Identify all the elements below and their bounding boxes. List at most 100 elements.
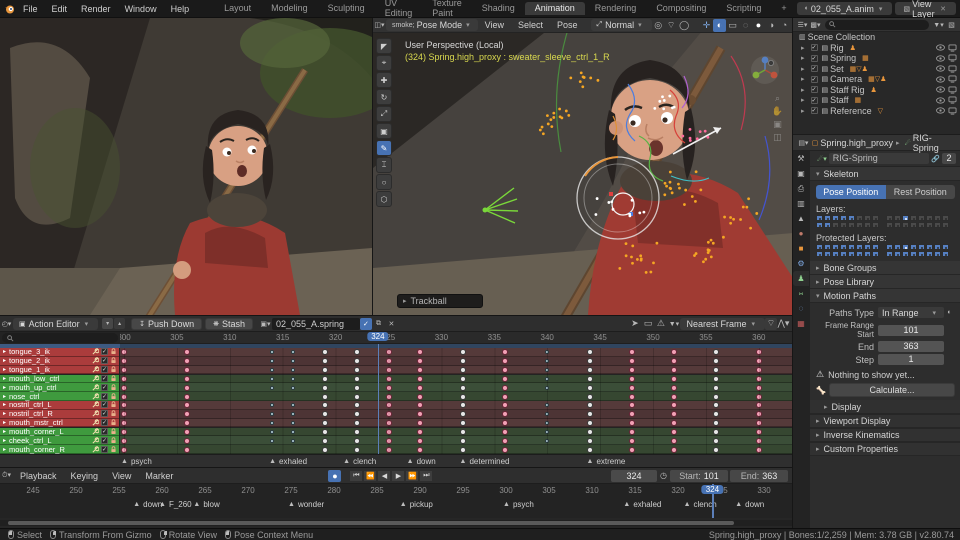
- breakdowner-tool[interactable]: ○: [376, 174, 392, 190]
- layer-toggle[interactable]: [918, 251, 925, 257]
- layer-toggle[interactable]: [840, 251, 847, 257]
- layer-toggle[interactable]: [942, 251, 949, 257]
- keyframe-unsel[interactable]: [322, 402, 329, 409]
- bone-groups-panel-header[interactable]: ▸ Bone Groups: [810, 261, 960, 275]
- channel-checkbox[interactable]: ✓: [101, 374, 108, 382]
- scene-selector[interactable]: ◐ 02_055_A.anim ▾: [796, 2, 893, 15]
- keyframe-small[interactable]: [545, 412, 550, 417]
- editor-mode-dropdown[interactable]: ▣ Action Editor ▾: [13, 317, 99, 330]
- disable-viewport-icon[interactable]: [948, 75, 957, 83]
- outliner-item-spring[interactable]: ▸ ✓ ▤ Spring ▦: [793, 53, 960, 64]
- keyframe-sel[interactable]: [121, 349, 127, 356]
- keyframe-sel[interactable]: [628, 375, 635, 382]
- collection-checkbox[interactable]: ✓: [810, 54, 818, 62]
- menu-edit[interactable]: Edit: [45, 4, 75, 14]
- keyframe-unsel[interactable]: [586, 402, 593, 409]
- collection-checkbox[interactable]: ✓: [810, 107, 818, 115]
- layer-toggle[interactable]: [824, 215, 831, 221]
- timeline-marker-exhaled[interactable]: ▲ exhaled: [623, 500, 661, 509]
- layer-toggle[interactable]: [840, 222, 847, 228]
- armature-name-field[interactable]: RIG-Spring: [828, 153, 929, 164]
- funnel-filter-icon[interactable]: ▼▾: [932, 18, 945, 31]
- workspace-tab-texture-paint[interactable]: Texture Paint: [422, 0, 472, 20]
- keyframe-sel[interactable]: [501, 375, 508, 382]
- keyframe-unsel[interactable]: [459, 367, 466, 374]
- outliner-editor-icon[interactable]: ☰▾: [796, 18, 809, 31]
- lock-icon[interactable]: [110, 357, 117, 364]
- layer-toggle[interactable]: [902, 244, 909, 250]
- outliner-filter-icon[interactable]: ▩▾: [809, 18, 822, 31]
- keyframe-row[interactable]: [120, 348, 792, 357]
- marker-determined[interactable]: ▲ determined: [460, 457, 510, 466]
- layer-toggle[interactable]: [918, 215, 925, 221]
- keyframe-row[interactable]: [120, 436, 792, 446]
- keyframe-sel[interactable]: [385, 358, 392, 365]
- wrench-icon[interactable]: [92, 383, 99, 391]
- layer-toggle[interactable]: [894, 222, 901, 228]
- outliner-item-camera[interactable]: ▸ ✓ ▤ Camera ▦▽♟: [793, 74, 960, 85]
- keyframe-sel[interactable]: [501, 402, 508, 409]
- layer-toggle[interactable]: [926, 222, 933, 228]
- breadcrumb-data[interactable]: RIG-Spring: [913, 133, 957, 153]
- keyframe-small[interactable]: [270, 350, 275, 355]
- keyframe-unsel[interactable]: [353, 375, 360, 382]
- keyframe-row[interactable]: [120, 427, 792, 437]
- next-keyframe-button[interactable]: ⏩: [405, 469, 420, 482]
- rest-position-button[interactable]: Rest Position: [885, 185, 955, 199]
- keyframe-sel[interactable]: [121, 402, 127, 409]
- keyframe-sel[interactable]: [755, 358, 762, 365]
- outliner-item-reference[interactable]: ▸ ✓ ▤ Reference ▽: [793, 106, 960, 117]
- expand-arrow-icon[interactable]: ▸: [3, 366, 6, 373]
- layer-toggle[interactable]: [934, 215, 941, 221]
- keyframe-sel[interactable]: [628, 402, 635, 409]
- layer-toggle[interactable]: [894, 251, 901, 257]
- prev-keyframe-button[interactable]: ⏪: [363, 469, 378, 482]
- wrench-icon[interactable]: [92, 392, 99, 400]
- keyframe-sel[interactable]: [671, 402, 678, 409]
- layer-toggle[interactable]: [872, 251, 879, 257]
- keyframe-unsel[interactable]: [586, 384, 593, 391]
- keyframe-sel[interactable]: [121, 420, 127, 427]
- keyframe-unsel[interactable]: [353, 393, 360, 400]
- layer-toggle[interactable]: [848, 244, 855, 250]
- add-workspace-button[interactable]: +: [771, 2, 796, 15]
- bone-tab[interactable]: ⑅: [793, 286, 809, 301]
- keyframe-sel[interactable]: [184, 367, 191, 374]
- expand-arrow-icon[interactable]: ▸: [801, 54, 805, 62]
- keyframe-unsel[interactable]: [322, 437, 329, 444]
- layer-toggle[interactable]: [872, 222, 879, 228]
- keyframe-unsel[interactable]: [586, 358, 593, 365]
- channel-checkbox[interactable]: ✓: [101, 383, 108, 391]
- layer-toggle[interactable]: [816, 215, 823, 221]
- keyframe-unsel[interactable]: [713, 358, 720, 365]
- wrench-icon[interactable]: [92, 366, 99, 373]
- keyframe-sel[interactable]: [755, 349, 762, 356]
- keyframe-small[interactable]: [291, 359, 296, 364]
- stash-button[interactable]: ❋ Stash: [205, 317, 253, 330]
- expand-arrow-icon[interactable]: ▸: [801, 44, 805, 52]
- keyframe-sel[interactable]: [121, 411, 127, 418]
- physics2-tab[interactable]: ▦: [793, 316, 809, 331]
- proportional-edit-icon[interactable]: ◯: [678, 19, 691, 32]
- outliner-item-staff-rig[interactable]: ▸ ✓ ▤ Staff Rig ♟: [793, 85, 960, 96]
- paths-type-dropdown[interactable]: In Range ▾: [878, 307, 944, 318]
- outliner-item-set[interactable]: ▸ ✓ ▤ Set ▦▽♟: [793, 64, 960, 75]
- timeline-scrollbar[interactable]: [0, 520, 792, 526]
- expand-arrow-icon[interactable]: ▸: [801, 86, 805, 94]
- keyframe-sel[interactable]: [628, 393, 635, 400]
- layer-toggle[interactable]: [864, 251, 871, 257]
- keyframe-unsel[interactable]: [353, 349, 360, 356]
- constraints-tab[interactable]: ⚙: [793, 256, 809, 271]
- keyframe-unsel[interactable]: [586, 446, 593, 453]
- layer-toggle[interactable]: [902, 251, 909, 257]
- keyframe-sel[interactable]: [417, 420, 424, 427]
- keyframe-unsel[interactable]: [459, 446, 466, 453]
- annotate-tool[interactable]: ✎: [376, 140, 392, 156]
- expand-arrow-icon[interactable]: ▸: [801, 65, 805, 73]
- lock-icon[interactable]: [110, 428, 117, 435]
- keyframe-row[interactable]: [120, 392, 792, 401]
- layer-toggle[interactable]: [832, 251, 839, 257]
- current-frame-badge[interactable]: 324: [367, 332, 389, 341]
- breadcrumb-object[interactable]: Spring.high_proxy: [820, 138, 893, 148]
- editor-type-icon[interactable]: ◫▾: [373, 19, 386, 32]
